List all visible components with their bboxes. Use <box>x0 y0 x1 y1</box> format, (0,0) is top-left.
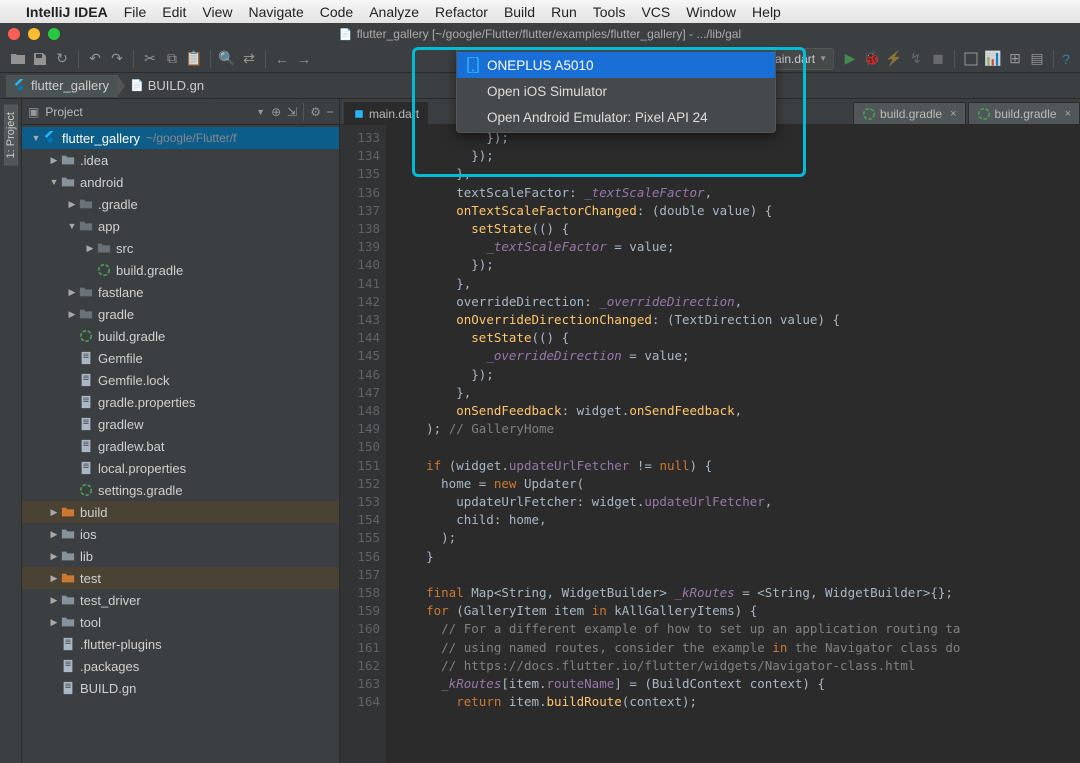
menu-edit[interactable]: Edit <box>162 4 186 20</box>
save-all-icon[interactable] <box>32 51 48 67</box>
tree-node[interactable]: build.gradle <box>22 325 339 347</box>
replace-icon[interactable]: ⇄ <box>241 51 257 67</box>
profiler-icon[interactable]: 📊 <box>985 51 1001 67</box>
collapse-all-icon[interactable]: ⇲ <box>287 105 297 119</box>
tree-node[interactable]: BUILD.gn <box>22 677 339 699</box>
find-icon[interactable]: 🔍 <box>219 51 235 67</box>
device-popup-item[interactable]: Open Android Emulator: Pixel API 24 <box>457 104 775 130</box>
back-icon[interactable]: ← <box>274 51 290 67</box>
menu-run[interactable]: Run <box>551 4 577 20</box>
open-file-icon[interactable] <box>10 51 26 67</box>
tree-node[interactable]: ▶gradle <box>22 303 339 325</box>
minimize-window-button[interactable] <box>28 28 40 40</box>
avd-manager-icon[interactable]: ▤ <box>1029 51 1045 67</box>
tree-node[interactable]: ▶lib <box>22 545 339 567</box>
tree-node[interactable]: ▼android <box>22 171 339 193</box>
menu-build[interactable]: Build <box>504 4 535 20</box>
stop-button-icon[interactable]: ◼ <box>930 51 946 67</box>
tree-node[interactable]: ▶fastlane <box>22 281 339 303</box>
hide-panel-icon[interactable]: ⎯ <box>327 104 333 119</box>
structure-icon[interactable]: ⊞ <box>1007 51 1023 67</box>
tree-node[interactable]: settings.gradle <box>22 479 339 501</box>
refresh-icon[interactable]: ↻ <box>54 51 70 67</box>
menu-window[interactable]: Window <box>686 4 736 20</box>
debug-button-icon[interactable]: 🐞 <box>864 51 880 67</box>
tree-node[interactable]: ▶build <box>22 501 339 523</box>
title-file-icon <box>339 27 353 41</box>
paste-icon[interactable]: 📋 <box>186 51 202 67</box>
left-tool-gutter: 1: Project <box>0 99 22 763</box>
menu-refactor[interactable]: Refactor <box>435 4 488 20</box>
flutter-inspector-icon[interactable] <box>963 51 979 67</box>
close-tab-icon[interactable]: × <box>1065 108 1071 120</box>
tree-node[interactable]: gradlew <box>22 413 339 435</box>
tree-node[interactable]: gradle.properties <box>22 391 339 413</box>
hot-reload-toolbar-icon[interactable]: ⚡ <box>886 51 902 67</box>
flutter-icon <box>13 79 27 93</box>
tree-node[interactable]: build.gradle <box>22 259 339 281</box>
app-name[interactable]: IntelliJ IDEA <box>26 4 108 20</box>
window-title: flutter_gallery [~/google/Flutter/flutte… <box>357 27 742 41</box>
gear-icon[interactable]: ⚙ <box>310 105 321 119</box>
menu-vcs[interactable]: VCS <box>641 4 670 20</box>
breadcrumb-file[interactable]: 📄 BUILD.gn <box>124 75 212 97</box>
breadcrumb-project[interactable]: flutter_gallery <box>6 75 118 97</box>
undo-icon[interactable]: ↶ <box>87 51 103 67</box>
redo-icon[interactable]: ↷ <box>109 51 125 67</box>
chevron-down-icon[interactable]: ▼ <box>256 107 265 117</box>
tree-node[interactable]: ▶test_driver <box>22 589 339 611</box>
copy-icon[interactable]: ⧉ <box>164 51 180 67</box>
project-view-icon[interactable]: ▣ <box>28 105 39 119</box>
editor-gutter: 133 134 135 136 137 138 139 140 141 142 … <box>340 125 386 763</box>
close-tab-icon[interactable]: × <box>950 108 956 120</box>
editor-tab[interactable]: main.dart <box>344 102 428 124</box>
tree-node[interactable]: ▶.gradle <box>22 193 339 215</box>
project-tool-tab[interactable]: 1: Project <box>4 105 18 166</box>
tree-node[interactable]: ▶src <box>22 237 339 259</box>
tree-node[interactable]: Gemfile <box>22 347 339 369</box>
tree-node[interactable]: ▶test <box>22 567 339 589</box>
tree-node[interactable]: .packages <box>22 655 339 677</box>
device-popup-item[interactable]: ONEPLUS A5010 <box>457 52 775 78</box>
code-editor[interactable]: }); }); }, textScaleFactor: _textScaleFa… <box>386 125 1080 763</box>
window-titlebar: flutter_gallery [~/google/Flutter/flutte… <box>0 23 1080 45</box>
close-window-button[interactable] <box>8 28 20 40</box>
maximize-window-button[interactable] <box>48 28 60 40</box>
menu-code[interactable]: Code <box>320 4 353 20</box>
tree-node[interactable]: ▼flutter_gallery~/google/Flutter/f <box>22 127 339 149</box>
tree-node[interactable]: ▶ios <box>22 523 339 545</box>
menu-navigate[interactable]: Navigate <box>248 4 303 20</box>
menu-help[interactable]: Help <box>752 4 781 20</box>
project-tree[interactable]: ▼flutter_gallery~/google/Flutter/f▶.idea… <box>22 125 339 763</box>
project-tool-window: ▣ Project ▼ ⊕ ⇲ ⚙ ⎯ ▼flutter_gallery~/go… <box>22 99 340 763</box>
editor-tab[interactable]: build.gradle× <box>968 102 1080 124</box>
chevron-down-icon: ▼ <box>819 54 827 63</box>
editor-tab[interactable]: build.gradle× <box>853 102 965 124</box>
device-popup-item[interactable]: Open iOS Simulator <box>457 78 775 104</box>
tree-node[interactable]: gradlew.bat <box>22 435 339 457</box>
menu-view[interactable]: View <box>202 4 232 20</box>
project-panel-header: ▣ Project ▼ ⊕ ⇲ ⚙ ⎯ <box>22 99 339 125</box>
forward-icon[interactable]: → <box>296 51 312 67</box>
device-selector-popup: ONEPLUS A5010Open iOS SimulatorOpen Andr… <box>456 49 776 133</box>
tree-node[interactable]: ▶.idea <box>22 149 339 171</box>
menu-analyze[interactable]: Analyze <box>369 4 419 20</box>
tree-node[interactable]: local.properties <box>22 457 339 479</box>
menu-tools[interactable]: Tools <box>593 4 626 20</box>
tree-node[interactable]: ▼app <box>22 215 339 237</box>
hot-restart-icon[interactable]: ↯ <box>908 51 924 67</box>
cut-icon[interactable]: ✂ <box>142 51 158 67</box>
editor-area: main.dart build.gradle×build.gradle× 133 … <box>340 99 1080 763</box>
run-button-icon[interactable]: ▶ <box>842 51 858 67</box>
macos-menubar: IntelliJ IDEA File Edit View Navigate Co… <box>0 0 1080 23</box>
project-panel-title[interactable]: Project <box>45 105 82 119</box>
tree-node[interactable]: .flutter-plugins <box>22 633 339 655</box>
help-icon[interactable]: ? <box>1058 51 1074 67</box>
tree-node[interactable]: Gemfile.lock <box>22 369 339 391</box>
menu-file[interactable]: File <box>124 4 147 20</box>
select-opened-file-icon[interactable]: ⊕ <box>271 105 281 119</box>
tree-node[interactable]: ▶tool <box>22 611 339 633</box>
